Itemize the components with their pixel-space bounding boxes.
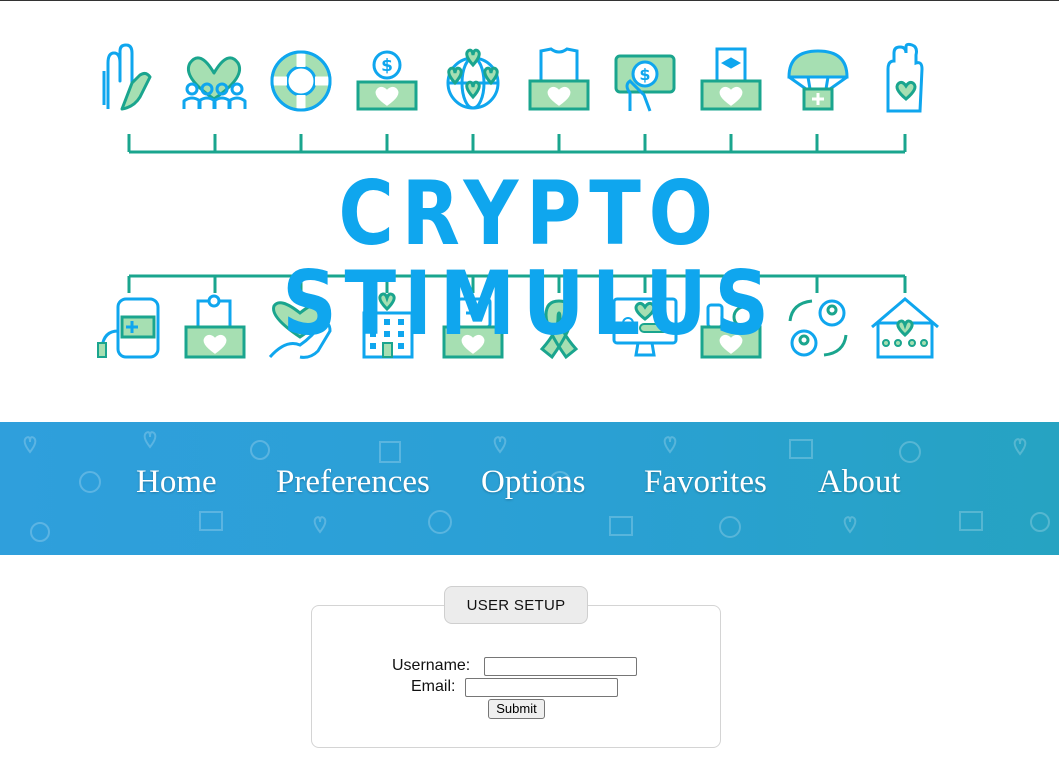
svg-text:$: $ bbox=[381, 56, 393, 76]
banner: $ $ CRYPTO STIMULUS bbox=[0, 1, 1059, 421]
user-setup-legend: USER SETUP bbox=[444, 586, 588, 624]
heart-community-icon bbox=[182, 56, 247, 109]
username-label: Username: bbox=[392, 657, 471, 674]
nav-home[interactable]: Home bbox=[136, 464, 217, 501]
top-connector-lines bbox=[127, 134, 907, 154]
education-donation-box-icon bbox=[700, 47, 762, 111]
main-nav: Home Preferences Options Favorites About bbox=[0, 422, 1059, 555]
lifebuoy-icon bbox=[270, 50, 332, 112]
raised-hands-icon bbox=[102, 43, 152, 111]
user-setup-fieldset bbox=[311, 605, 721, 748]
clothes-donation-box-icon bbox=[528, 47, 590, 111]
hand-money-icon: $ bbox=[614, 54, 676, 112]
username-input[interactable] bbox=[484, 657, 637, 676]
nav-options[interactable]: Options bbox=[481, 464, 586, 501]
nav-about[interactable]: About bbox=[818, 464, 901, 501]
nav-favorites[interactable]: Favorites bbox=[644, 464, 767, 501]
nav-preferences[interactable]: Preferences bbox=[276, 464, 430, 501]
svg-text:$: $ bbox=[639, 65, 650, 84]
globe-hearts-icon bbox=[446, 48, 500, 110]
email-label: Email: bbox=[411, 678, 456, 695]
dollar-donation-box-icon: $ bbox=[356, 50, 418, 111]
site-title: CRYPTO STIMULUS bbox=[282, 162, 777, 355]
parachute-aid-icon bbox=[787, 49, 849, 111]
hand-heart-icon bbox=[886, 42, 924, 113]
email-input[interactable] bbox=[465, 678, 618, 697]
submit-button[interactable]: Submit bbox=[488, 699, 545, 719]
